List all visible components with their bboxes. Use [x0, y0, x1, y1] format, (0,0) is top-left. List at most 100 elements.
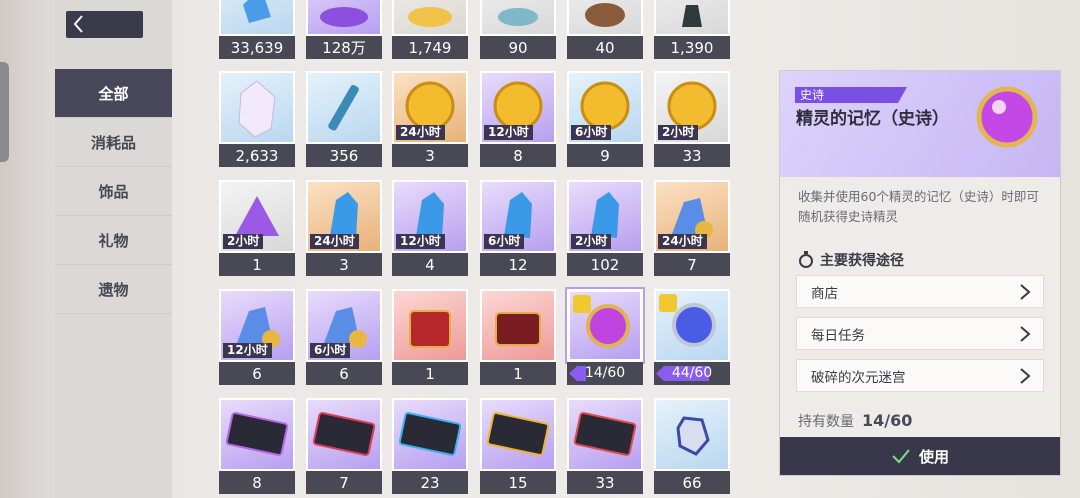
item-count: 8 — [219, 471, 295, 494]
timer-badge: 6小时 — [484, 234, 525, 249]
figure-icon — [498, 8, 538, 26]
timer-badge: 24小时 — [396, 125, 445, 140]
source-daily-mission[interactable]: 每日任务 — [796, 317, 1044, 350]
item-purple-gem-pile[interactable]: 128万 — [306, 0, 382, 59]
item-blue-crystal[interactable]: 24小时 3 — [306, 180, 382, 276]
item-figure[interactable]: 90 — [480, 0, 556, 59]
item-ticket-all-blue[interactable]: 23 — [392, 398, 468, 494]
progress-bar: 14/60 — [567, 362, 643, 385]
use-button[interactable]: 使用 — [780, 437, 1060, 475]
item-count: 6 — [306, 362, 382, 385]
owned-value: 14/60 — [862, 411, 913, 430]
timer-badge: 12小时 — [396, 234, 445, 249]
item-detail-panel: 史诗 精灵的记忆（史诗） 收集并使用60个精灵的记忆（史诗）时即可随机获得史诗精… — [779, 70, 1061, 476]
timer-badge: 2小时 — [571, 234, 612, 249]
category-consumables[interactable]: 消耗品 — [55, 118, 172, 167]
category-gifts[interactable]: 礼物 — [55, 216, 172, 265]
ticket-icon — [312, 412, 376, 456]
item-cake[interactable]: 40 — [567, 0, 643, 59]
food-icon — [408, 7, 452, 27]
ticket-icon — [486, 412, 550, 456]
item-ticket-all-red[interactable]: 33 — [567, 398, 643, 494]
item-count: 15 — [480, 471, 556, 494]
item-gold-coin[interactable]: 12小时 8 — [480, 71, 556, 167]
item-count: 7 — [654, 253, 730, 276]
item-key[interactable]: 356 — [306, 71, 382, 167]
item-blue-stone[interactable]: 66 — [654, 398, 730, 494]
edge-handle[interactable] — [0, 62, 9, 162]
category-label: 全部 — [98, 84, 129, 103]
category-relics[interactable]: 遗物 — [55, 265, 172, 314]
item-count: 4 — [392, 253, 468, 276]
item-blue-crystal[interactable]: 2小时 102 — [567, 180, 643, 276]
item-count: 1 — [219, 253, 295, 276]
chevron-left-icon — [73, 15, 83, 33]
item-ticket-alchemy[interactable]: 8 — [219, 398, 295, 494]
item-blue-crystal[interactable]: 6小时 12 — [480, 180, 556, 276]
back-button[interactable] — [66, 11, 143, 38]
item-count: 40 — [567, 36, 643, 59]
category-label: 消耗品 — [90, 133, 136, 152]
item-blue-crystal[interactable]: 12小时 4 — [392, 180, 468, 276]
source-label: 商店 — [811, 285, 838, 302]
item-gold-coin[interactable]: 6小时 9 — [567, 71, 643, 167]
puzzle-icon — [659, 294, 677, 312]
item-rainbow-crystal[interactable]: 2,633 — [219, 71, 295, 167]
item-ticket-wishlist[interactable]: 7 — [306, 398, 382, 494]
progress-bar: 44/60 — [654, 362, 730, 385]
item-dark-chest[interactable]: 1 — [480, 289, 556, 385]
owned-label: 持有数量 — [798, 414, 854, 430]
item-spirit-memory-rare[interactable]: 44/60 — [654, 289, 730, 385]
item-brush[interactable]: 1,390 — [654, 0, 730, 59]
item-spirit-memory-epic[interactable]: 14/60 — [567, 289, 643, 385]
item-count: 3 — [392, 144, 468, 167]
compass-icon — [799, 251, 813, 268]
category-all[interactable]: 全部 — [55, 69, 172, 118]
item-name: 精灵的记忆（史诗） — [796, 109, 949, 129]
item-count: 3 — [306, 253, 382, 276]
source-shop[interactable]: 商店 — [796, 275, 1044, 308]
sources-title: 主要获得途径 — [798, 250, 904, 270]
item-gold-coin[interactable]: 2小时 33 — [654, 71, 730, 167]
stone-icon — [676, 416, 710, 456]
item-blue-crystal[interactable]: 33,639 — [219, 0, 295, 59]
source-broken-dimension-maze[interactable]: 破碎的次元迷宫 — [796, 359, 1044, 392]
rarity-badge: 史诗 — [795, 87, 907, 103]
item-count: 1,749 — [392, 36, 468, 59]
item-gold-coin[interactable]: 24小时 3 — [392, 71, 468, 167]
category-accessories[interactable]: 饰品 — [55, 167, 172, 216]
item-count: 356 — [306, 144, 382, 167]
item-ticket-pick[interactable]: 15 — [480, 398, 556, 494]
treasure-chest-icon — [409, 310, 451, 348]
item-crystal-bundle[interactable]: 24小时 7 — [654, 180, 730, 276]
item-count: 1 — [392, 362, 468, 385]
crystal-icon — [243, 0, 271, 23]
chevron-right-icon — [1020, 368, 1031, 384]
use-label: 使用 — [918, 447, 949, 466]
brush-icon — [682, 5, 702, 27]
item-count: 2,633 — [219, 144, 295, 167]
item-crystal-bundle[interactable]: 6小时 6 — [306, 289, 382, 385]
progress-text: 14/60 — [584, 365, 626, 381]
category-label: 礼物 — [98, 231, 129, 250]
item-gold-food[interactable]: 1,749 — [392, 0, 468, 59]
timer-badge: 6小时 — [310, 343, 351, 358]
item-crystal-bundle[interactable]: 12小时 6 — [219, 289, 295, 385]
item-count: 7 — [306, 471, 382, 494]
item-count: 102 — [567, 253, 643, 276]
owned-count: 持有数量 14/60 — [798, 411, 912, 431]
sources-title-text: 主要获得途径 — [820, 253, 904, 269]
category-label: 遗物 — [98, 280, 129, 299]
cake-icon — [585, 3, 625, 27]
item-purple-gem-pile[interactable]: 2小时 1 — [219, 180, 295, 276]
gem-pile-icon — [320, 7, 368, 27]
item-red-chest[interactable]: 1 — [392, 289, 468, 385]
puzzle-icon — [573, 295, 591, 313]
timer-badge: 24小时 — [310, 234, 359, 249]
item-description: 收集并使用60个精灵的记忆（史诗）时即可随机获得史诗精灵 — [798, 189, 1039, 224]
timer-badge: 2小时 — [223, 234, 264, 249]
item-count: 8 — [480, 144, 556, 167]
item-count: 9 — [567, 144, 643, 167]
item-count: 33 — [654, 144, 730, 167]
item-count: 6 — [219, 362, 295, 385]
